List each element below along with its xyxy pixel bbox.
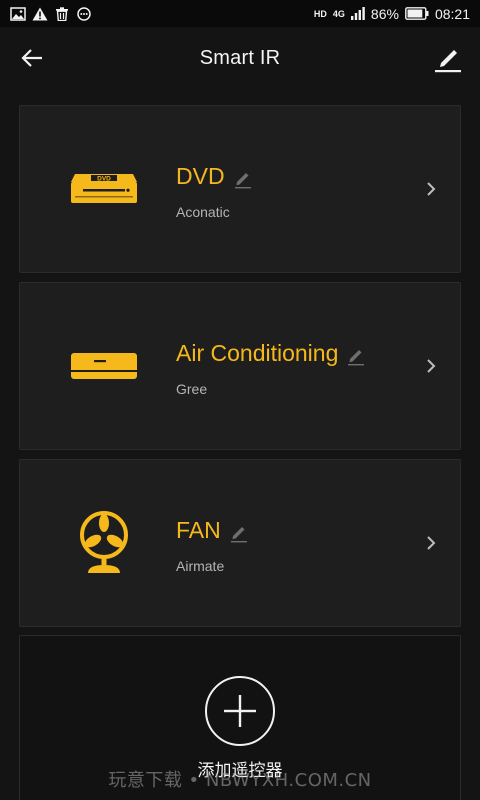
notification-icons bbox=[10, 6, 92, 21]
chevron-right-icon bbox=[427, 182, 436, 196]
warning-icon bbox=[32, 7, 48, 20]
device-brand: Gree bbox=[176, 381, 208, 397]
smart-ir-screen: HD 4G 86% 08:21 Smart IR DVD DVD Aconati… bbox=[0, 0, 480, 800]
svg-text:DVD: DVD bbox=[97, 175, 111, 182]
signal-icon bbox=[350, 7, 365, 20]
device-card-air-conditioning[interactable]: Air Conditioning Gree bbox=[19, 282, 461, 450]
add-remote-card: 添加遥控器 bbox=[19, 635, 461, 800]
device-name-row: DVD bbox=[176, 163, 253, 190]
clock: 08:21 bbox=[434, 5, 470, 22]
status-bar: HD 4G 86% 08:21 bbox=[0, 0, 480, 27]
battery-icon bbox=[405, 7, 429, 20]
trash-icon bbox=[56, 6, 68, 21]
device-name-row: FAN bbox=[176, 517, 249, 544]
add-remote-label: 添加遥控器 bbox=[197, 761, 283, 781]
back-button[interactable] bbox=[14, 40, 50, 76]
device-brand: Aconatic bbox=[176, 204, 230, 220]
image-icon bbox=[10, 6, 26, 21]
plus-icon bbox=[224, 695, 256, 727]
device-card-fan[interactable]: FAN Airmate bbox=[19, 459, 461, 627]
rename-pencil-icon[interactable] bbox=[229, 523, 249, 543]
add-remote-button[interactable] bbox=[205, 676, 275, 746]
edit-button[interactable] bbox=[428, 39, 468, 79]
network-type: 4G bbox=[332, 8, 345, 19]
chevron-right-icon bbox=[427, 536, 436, 550]
fan-icon bbox=[68, 507, 140, 579]
rename-pencil-icon[interactable] bbox=[233, 169, 253, 189]
chevron-right-icon bbox=[427, 359, 436, 373]
arrow-left-icon bbox=[21, 49, 42, 67]
device-name: Air Conditioning bbox=[176, 340, 339, 366]
device-name-row: Air Conditioning bbox=[176, 340, 366, 367]
battery-percent: 86% bbox=[370, 5, 399, 22]
device-name: DVD bbox=[176, 163, 225, 189]
hd-indicator: HD bbox=[313, 8, 327, 19]
system-status: HD 4G 86% 08:21 bbox=[314, 6, 470, 22]
app-bar: Smart IR bbox=[0, 27, 480, 89]
pencil-icon bbox=[435, 50, 461, 73]
device-brand: Airmate bbox=[176, 558, 225, 574]
air-conditioner-icon bbox=[68, 330, 140, 402]
device-name: FAN bbox=[176, 517, 221, 543]
device-card-dvd[interactable]: DVD DVD Aconatic bbox=[19, 105, 461, 273]
rename-pencil-icon[interactable] bbox=[346, 346, 366, 366]
chat-icon bbox=[77, 6, 91, 21]
page-title: Smart IR bbox=[199, 46, 281, 69]
dvd-player-icon: DVD bbox=[68, 153, 140, 225]
